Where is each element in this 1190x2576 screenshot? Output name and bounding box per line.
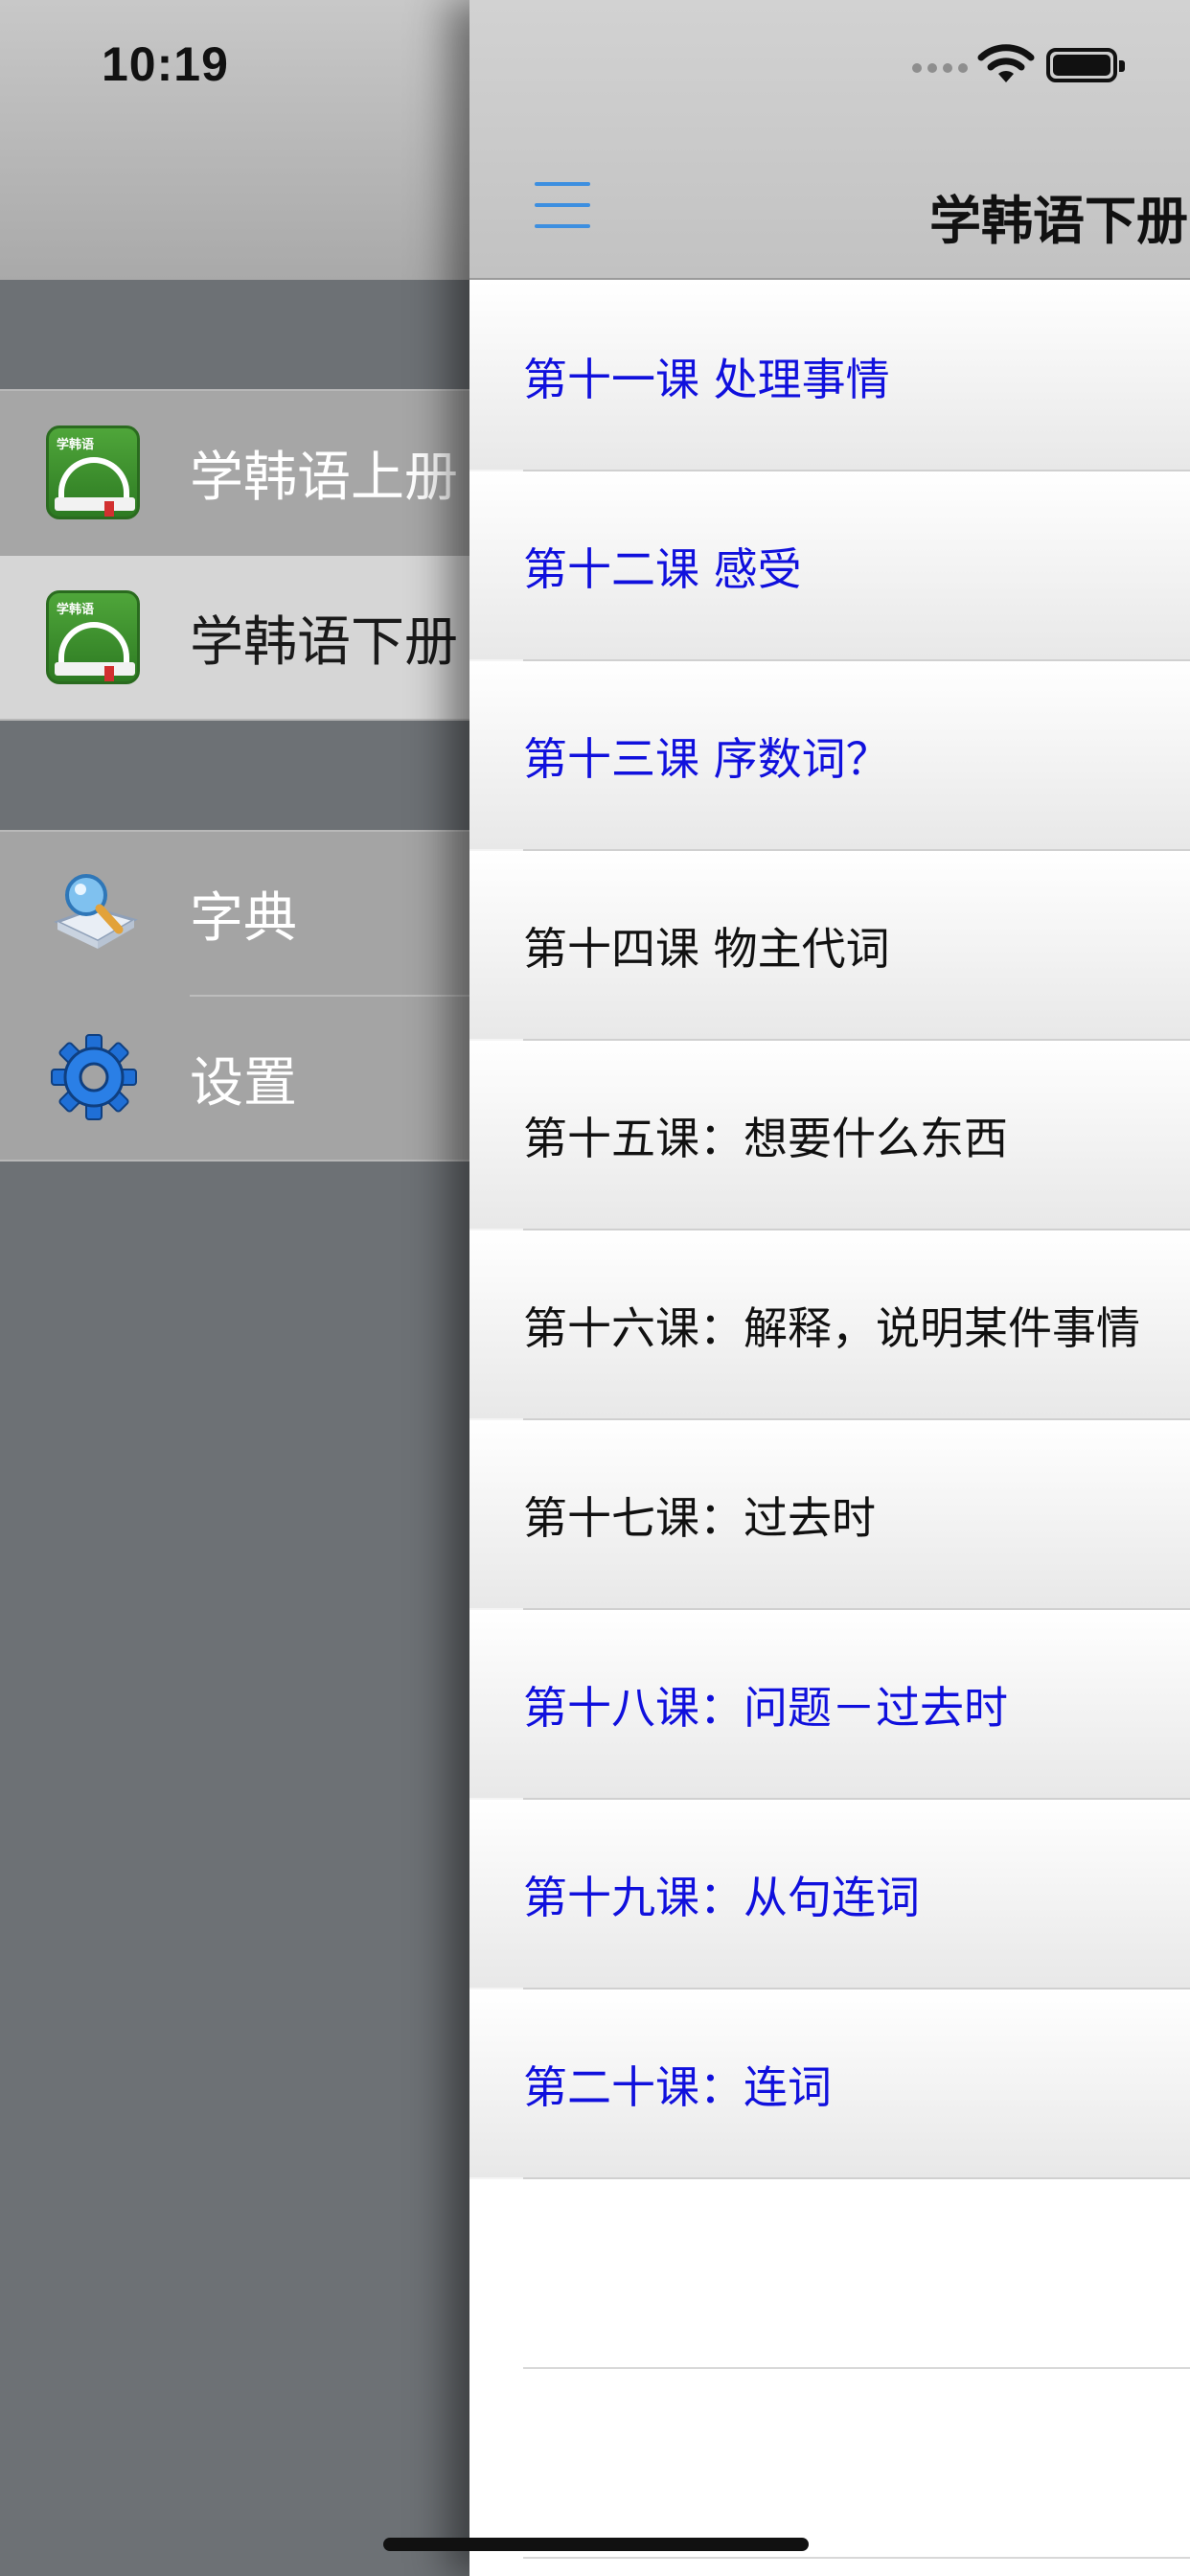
lesson-row[interactable]: 第十六课：解释，说明某件事情 bbox=[469, 1230, 1190, 1420]
lesson-row[interactable]: 第十七课：过去时 bbox=[469, 1420, 1190, 1610]
menu-item-label: 学韩语上册 bbox=[190, 446, 458, 509]
lesson-label: 第十一课 处理事情 bbox=[523, 354, 890, 405]
menu-item-dictionary[interactable]: 字典 bbox=[0, 832, 498, 995]
home-indicator bbox=[383, 2538, 809, 2551]
status-icons bbox=[912, 44, 1161, 86]
cellular-signal-icon bbox=[912, 63, 968, 73]
menu-item-book-2[interactable]: 学韩语 学韩语下册 bbox=[0, 556, 498, 719]
lesson-row[interactable]: 第二十课：连词 bbox=[469, 1990, 1190, 2179]
lesson-row[interactable]: 第十一课 处理事情 bbox=[469, 282, 1190, 472]
hamburger-line bbox=[535, 182, 590, 186]
main-panel: 学韩语下册 第十一课 处理事情 第十二课 感受 第十三课 序数词？ 第十四课 物… bbox=[469, 0, 1190, 2576]
menu-item-label: 设置 bbox=[190, 1051, 297, 1115]
lesson-row[interactable]: 第十三课 序数词？ bbox=[469, 661, 1190, 851]
menu-item-settings[interactable]: 设置 bbox=[0, 997, 498, 1160]
dictionary-icon bbox=[54, 874, 138, 949]
menu-header: 10:19 bbox=[0, 0, 498, 280]
page-title: 学韩语下册 bbox=[929, 191, 1188, 251]
lesson-row[interactable]: 第十九课：从句连词 bbox=[469, 1800, 1190, 1990]
menu-group-books: 学韩语 学韩语上册 学韩语 学韩语下册 bbox=[0, 389, 498, 721]
menu-item-label: 学韩语下册 bbox=[190, 610, 458, 674]
side-menu: 10:19 学韩语 学韩语上册 学韩语 学韩语下册 字典 设置 bbox=[0, 0, 498, 2576]
app-book-icon: 学韩语 bbox=[46, 590, 140, 684]
menu-group-tools: 字典 设置 bbox=[0, 830, 498, 1162]
lesson-label: 第十九课：从句连词 bbox=[523, 1872, 920, 1923]
lesson-label: 第十六课：解释，说明某件事情 bbox=[523, 1302, 1140, 1354]
wifi-icon bbox=[977, 44, 1035, 82]
hamburger-line bbox=[535, 224, 590, 228]
menu-toggle-button[interactable] bbox=[535, 182, 590, 228]
app-book-icon: 学韩语 bbox=[46, 426, 140, 519]
hamburger-line bbox=[535, 203, 590, 207]
lesson-label: 第十八课：问题－过去时 bbox=[523, 1682, 1008, 1734]
lesson-row[interactable]: 第十八课：问题－过去时 bbox=[469, 1610, 1190, 1800]
lesson-row[interactable]: 第十四课 物主代词 bbox=[469, 851, 1190, 1041]
battery-icon bbox=[1046, 48, 1125, 82]
lesson-label: 第十七课：过去时 bbox=[523, 1492, 876, 1544]
lesson-label: 第十五课：想要什么东西 bbox=[523, 1113, 1008, 1164]
lesson-label: 第二十课：连词 bbox=[523, 2061, 832, 2113]
lesson-label: 第十四课 物主代词 bbox=[523, 923, 890, 975]
status-time: 10:19 bbox=[102, 37, 229, 91]
empty-row bbox=[469, 2369, 1190, 2559]
menu-item-book-1[interactable]: 学韩语 学韩语上册 bbox=[0, 391, 498, 554]
menu-item-label: 字典 bbox=[190, 886, 297, 950]
navigation-bar: 学韩语下册 bbox=[469, 0, 1190, 280]
lesson-row[interactable]: 第十五课：想要什么东西 bbox=[469, 1041, 1190, 1230]
lesson-label: 第十二课 感受 bbox=[523, 543, 802, 595]
lesson-label: 第十三课 序数词？ bbox=[523, 733, 890, 785]
lesson-list: 第十一课 处理事情 第十二课 感受 第十三课 序数词？ 第十四课 物主代词 第十… bbox=[469, 282, 1190, 2559]
gear-icon bbox=[51, 1034, 137, 1120]
empty-row bbox=[469, 2179, 1190, 2369]
lesson-row[interactable]: 第十二课 感受 bbox=[469, 472, 1190, 661]
